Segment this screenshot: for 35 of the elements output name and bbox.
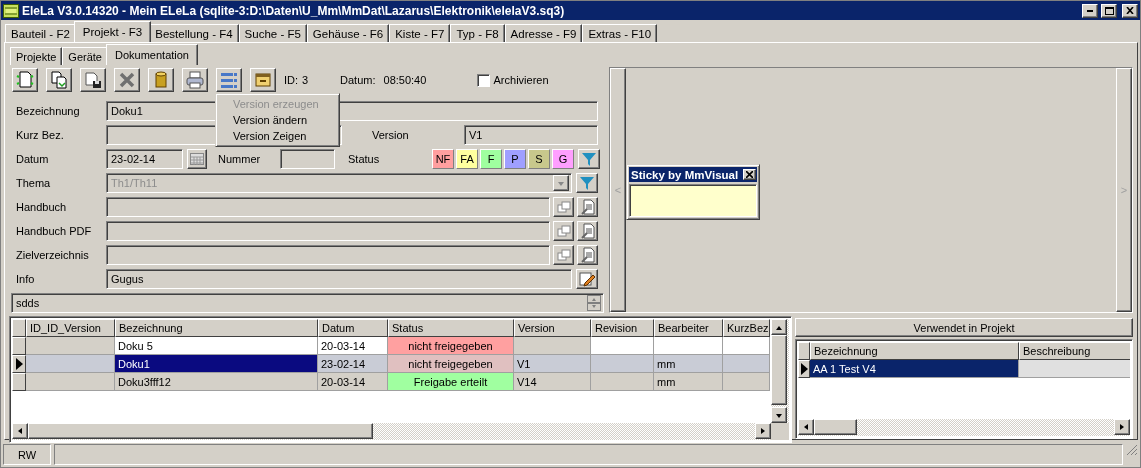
dropdown-value: Th1/Th11 bbox=[111, 177, 158, 189]
datum-label: Datum: bbox=[340, 74, 376, 86]
table-cell: AA 1 Test V4 bbox=[810, 360, 1019, 378]
field-label: Nummer bbox=[218, 153, 262, 165]
field-label: Status bbox=[348, 153, 381, 165]
time-value: 08:50:40 bbox=[383, 74, 428, 86]
field-label: Datum bbox=[16, 153, 50, 165]
field-label: Kurz Bez. bbox=[16, 129, 65, 141]
table-cell: mm bbox=[654, 355, 723, 373]
field-label: Version bbox=[372, 129, 410, 141]
table-cell: nicht freigegeben bbox=[388, 337, 514, 355]
sticky-title: Sticky by MmVisual bbox=[631, 168, 739, 181]
table-cell: 23-02-14 bbox=[318, 355, 388, 373]
notes-text: sdds bbox=[16, 297, 40, 309]
status-mode: RW bbox=[3, 444, 51, 465]
table-cell: Freigabe erteilt bbox=[388, 373, 514, 391]
window-title: EleLa V3.0.14320 - Mein ELeLa (sqlite-3:D:\Daten\U_Mm\MmDat\Lazarus\Elektronik\elelaV3.sq3) bbox=[22, 3, 566, 18]
table-cell: 20-03-14 bbox=[318, 337, 388, 355]
field-label: Handbuch bbox=[16, 201, 68, 213]
table-cell: Doku 5 bbox=[115, 337, 318, 355]
table-cell: Doku1 bbox=[115, 355, 318, 373]
id-value: 3 bbox=[302, 74, 310, 86]
table-cell: Doku3fff12 bbox=[115, 373, 318, 391]
archive-label: Archivieren bbox=[493, 74, 549, 86]
id-label: ID: bbox=[284, 74, 299, 86]
field-label: Info bbox=[16, 273, 36, 285]
table-cell: V1 bbox=[514, 355, 591, 373]
table-cell: nicht freigegeben bbox=[388, 355, 514, 373]
field-label: Zielverzeichnis bbox=[16, 249, 90, 261]
table-cell: V14 bbox=[514, 373, 591, 391]
table-cell: 20-03-14 bbox=[318, 373, 388, 391]
field-label: Bezeichnung bbox=[16, 105, 81, 117]
field-label: Thema bbox=[16, 177, 52, 189]
table-cell: mm bbox=[654, 373, 723, 391]
field-label: Handbuch PDF bbox=[16, 225, 93, 237]
